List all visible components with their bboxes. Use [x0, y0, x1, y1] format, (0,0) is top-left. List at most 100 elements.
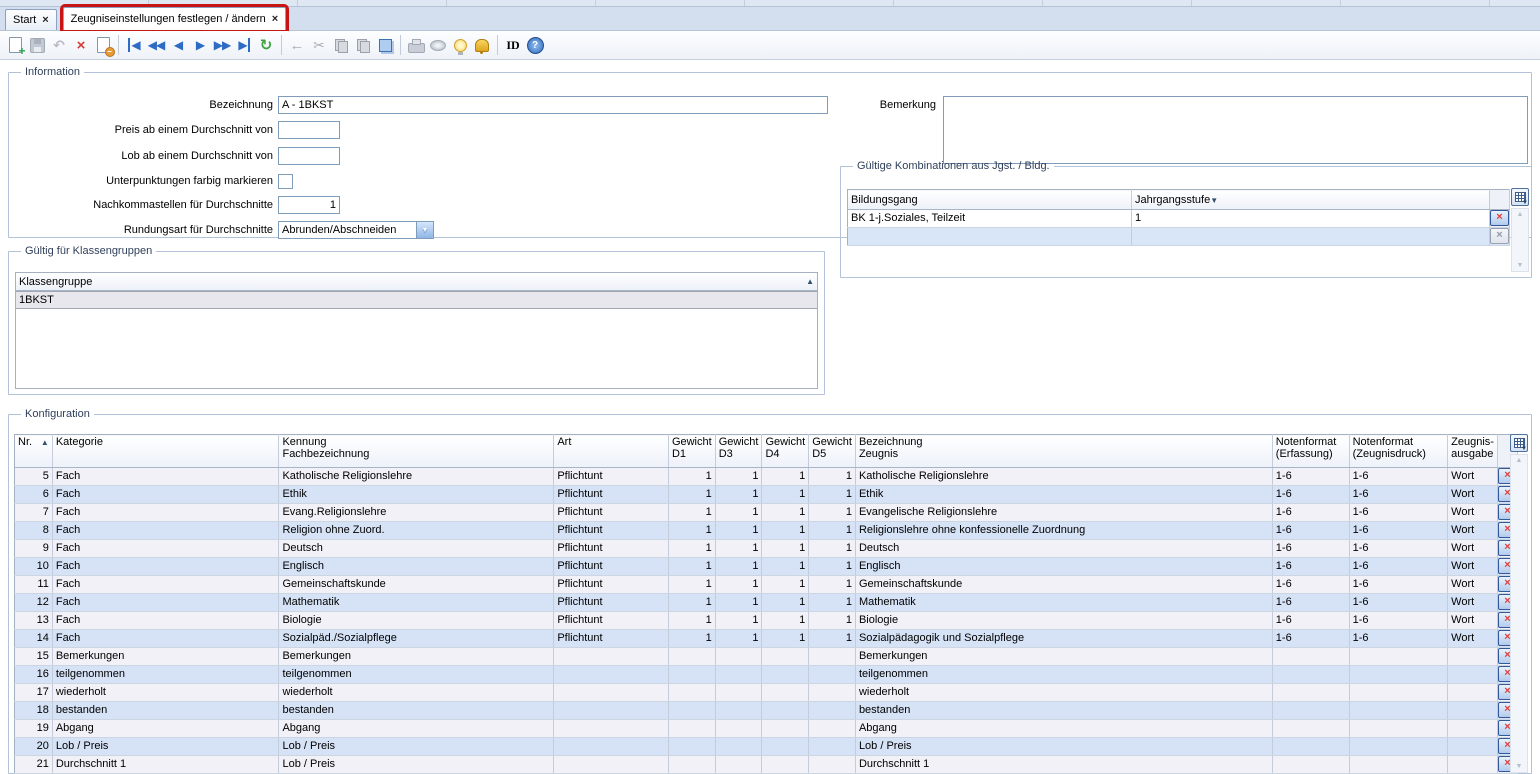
- tab-start-close-icon[interactable]: ×: [42, 14, 48, 26]
- paste-button: [352, 34, 374, 56]
- refresh-button[interactable]: ↻: [255, 34, 277, 56]
- cell: Religion ohne Zuord.: [279, 522, 554, 540]
- nav-last-button[interactable]: ▶: [233, 34, 255, 56]
- table-row[interactable]: 10FachEnglischPflichtunt1111Englisch1-61…: [15, 558, 1518, 576]
- print-button: [405, 34, 427, 56]
- form-settings-button[interactable]: [92, 34, 114, 56]
- rundungsart-select[interactable]: Abrunden/Abschneiden ▼: [278, 221, 434, 239]
- cut-icon: ✂: [313, 37, 325, 54]
- lob-input[interactable]: [278, 147, 340, 165]
- hint-button[interactable]: [449, 34, 471, 56]
- column-header[interactable]: Notenformat(Zeugnisdruck): [1349, 435, 1448, 468]
- column-header[interactable]: Nr.▲: [15, 435, 53, 468]
- column-header[interactable]: Zeugnis-ausgabe: [1448, 435, 1498, 468]
- table-row[interactable]: 8FachReligion ohne Zuord.Pflichtunt1111R…: [15, 522, 1518, 540]
- nachkommastellen-input[interactable]: [278, 196, 340, 214]
- table-row[interactable]: BK 1-j.Soziales, Teilzeit1×: [848, 210, 1510, 228]
- table-row[interactable]: 15BemerkungenBemerkungenBemerkungen×: [15, 648, 1518, 666]
- column-header-bildungsgang[interactable]: Bildungsgang: [848, 190, 1132, 210]
- cell: 1: [668, 630, 715, 648]
- kombinationen-legend: Gültige Kombinationen aus Jgst. / Bldg.: [853, 160, 1054, 172]
- table-row[interactable]: 9FachDeutschPflichtunt1111Deutsch1-61-6W…: [15, 540, 1518, 558]
- nachkommastellen-label: Nachkommastellen für Durchschnitte: [9, 199, 273, 211]
- scroll-up-icon[interactable]: ▲: [1517, 211, 1524, 218]
- table-row[interactable]: 11FachGemeinschaftskundePflichtunt1111Ge…: [15, 576, 1518, 594]
- table-row[interactable]: 18bestandenbestandenbestanden×: [15, 702, 1518, 720]
- nav-fast-forward-icon: ▶▶: [214, 38, 230, 52]
- table-settings-button[interactable]: ▼: [1510, 434, 1528, 452]
- table-row[interactable]: 21Durchschnitt 1Lob / PreisDurchschnitt …: [15, 756, 1518, 774]
- cell: Mathematik: [279, 594, 554, 612]
- cell: bestanden: [52, 702, 279, 720]
- nav-fast-back-button[interactable]: ◀◀: [145, 34, 167, 56]
- table-row[interactable]: 13FachBiologiePflichtunt1111Biologie1-61…: [15, 612, 1518, 630]
- column-header[interactable]: Art: [554, 435, 669, 468]
- cell: [1272, 756, 1349, 774]
- tab-zeugniseinstellungen[interactable]: Zeugniseinstellungen festlegen / ändern …: [63, 7, 287, 30]
- tab-start[interactable]: Start ×: [5, 9, 57, 30]
- kombinationen-table: BildungsgangJahrgangsstufe▼BK 1-j.Sozial…: [847, 189, 1510, 246]
- unterpunktungen-checkbox[interactable]: [278, 174, 293, 189]
- cell: 1: [715, 522, 762, 540]
- chevron-down-icon: ▼: [1521, 446, 1527, 452]
- notification-button[interactable]: [471, 34, 493, 56]
- nav-back-button[interactable]: ◀: [167, 34, 189, 56]
- column-header[interactable]: Kategorie: [52, 435, 279, 468]
- column-header-jahrgangsstufe[interactable]: Jahrgangsstufe▼: [1132, 190, 1490, 210]
- delete-row-button[interactable]: ×: [1490, 210, 1509, 226]
- column-header[interactable]: GewichtD1: [668, 435, 715, 468]
- tab-zeugniseinstellungen-close-icon[interactable]: ×: [272, 13, 278, 25]
- column-header[interactable]: KennungFachbezeichnung: [279, 435, 554, 468]
- table-row[interactable]: 7FachEvang.ReligionslehrePflichtunt1111E…: [15, 504, 1518, 522]
- table-row[interactable]: 5FachKatholische ReligionslehrePflichtun…: [15, 468, 1518, 486]
- cell: 1-6: [1272, 630, 1349, 648]
- scrollbar[interactable]: ▲▼: [1511, 208, 1529, 272]
- column-header[interactable]: GewichtD4: [762, 435, 809, 468]
- help-button[interactable]: [524, 34, 546, 56]
- scroll-up-icon[interactable]: ▲: [1516, 457, 1523, 464]
- delete-row-button[interactable]: ×: [1490, 228, 1509, 244]
- scroll-down-icon[interactable]: ▼: [1517, 262, 1524, 269]
- cell: [554, 684, 669, 702]
- column-header[interactable]: GewichtD3: [715, 435, 762, 468]
- klassengruppe-column-header[interactable]: Klassengruppe ▲: [16, 273, 817, 291]
- filter-down-icon[interactable]: ▼: [1210, 196, 1218, 205]
- id-button[interactable]: ID: [502, 34, 524, 56]
- column-header[interactable]: BezeichnungZeugnis: [855, 435, 1272, 468]
- cell: [668, 684, 715, 702]
- sort-ascending-icon[interactable]: ▲: [806, 277, 814, 286]
- scroll-down-icon[interactable]: ▼: [1516, 763, 1523, 770]
- sort-ascending-icon[interactable]: ▲: [41, 438, 49, 447]
- preis-input[interactable]: [278, 121, 340, 139]
- cell: [1448, 756, 1498, 774]
- chevron-down-icon[interactable]: ▼: [416, 222, 433, 238]
- cell: Durchschnitt 1: [52, 756, 279, 774]
- table-row[interactable]: 17wiederholtwiederholtwiederholt×: [15, 684, 1518, 702]
- table-settings-button[interactable]: ▼: [1511, 188, 1529, 206]
- list-item[interactable]: 1BKST: [16, 291, 817, 309]
- table-row[interactable]: ×: [848, 228, 1510, 246]
- nav-fast-forward-button[interactable]: ▶▶: [211, 34, 233, 56]
- scrollbar[interactable]: ▲▼: [1510, 454, 1528, 773]
- table-row[interactable]: 14FachSozialpäd./SozialpflegePflichtunt1…: [15, 630, 1518, 648]
- bemerkung-textarea[interactable]: [943, 96, 1528, 164]
- new-record-button[interactable]: [4, 34, 26, 56]
- column-header[interactable]: Notenformat(Erfassung): [1272, 435, 1349, 468]
- table-row[interactable]: 16teilgenommenteilgenommenteilgenommen×: [15, 666, 1518, 684]
- bemerkung-label: Bemerkung: [672, 99, 936, 111]
- undo-icon: ↶: [53, 37, 65, 54]
- table-row[interactable]: 12FachMathematikPflichtunt1111Mathematik…: [15, 594, 1518, 612]
- column-header[interactable]: GewichtD5: [809, 435, 856, 468]
- delete-record-button[interactable]: ×: [70, 34, 92, 56]
- nav-forward-button[interactable]: ▶: [189, 34, 211, 56]
- cell: 1-6: [1272, 612, 1349, 630]
- table-row[interactable]: 6FachEthikPflichtunt1111Ethik1-61-6Wort×: [15, 486, 1518, 504]
- nav-first-button[interactable]: ◀: [123, 34, 145, 56]
- selection-button[interactable]: [374, 34, 396, 56]
- cell: [809, 720, 856, 738]
- table-row[interactable]: 19AbgangAbgangAbgang×: [15, 720, 1518, 738]
- cell: [848, 228, 1132, 246]
- cell: [715, 666, 762, 684]
- konfiguration-rail: ▼ ▲▼: [1510, 434, 1528, 773]
- table-row[interactable]: 20Lob / PreisLob / PreisLob / Preis×: [15, 738, 1518, 756]
